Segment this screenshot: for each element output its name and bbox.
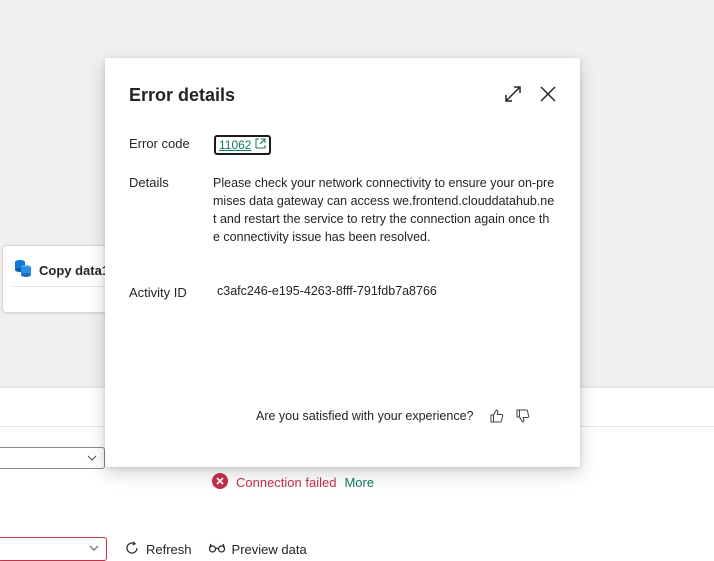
feedback-row: Are you satisfied with your experience? [256, 408, 541, 424]
dialog-title: Error details [129, 85, 236, 105]
thumbs-up-icon[interactable] [489, 408, 505, 424]
close-icon[interactable] [538, 84, 558, 104]
details-label: Details [129, 175, 169, 190]
table-dropdown[interactable] [0, 537, 107, 561]
preview-data-label: Preview data [231, 542, 307, 557]
connection-dropdown[interactable] [0, 447, 105, 469]
chevron-down-icon [86, 451, 98, 469]
error-code-value: 11062 [219, 138, 252, 152]
error-code-label: Error code [129, 136, 190, 151]
expand-icon[interactable] [503, 84, 523, 104]
table-toolbar: Refresh Preview data [124, 540, 323, 559]
error-details-dialog: Error details Error code 11062 Details P… [105, 58, 580, 467]
refresh-button[interactable]: Refresh [124, 540, 192, 559]
activity-label: Copy data1 [39, 263, 110, 278]
thumbs-down-icon[interactable] [515, 408, 531, 424]
details-text: Please check your network connectivity t… [213, 176, 555, 244]
activity-id-value: c3afc246-e195-4263-8fff-791fdb7a8766 [217, 284, 437, 298]
glasses-icon [208, 541, 226, 558]
error-code-link[interactable]: 11062 [214, 135, 272, 155]
chevron-down-icon [88, 541, 100, 559]
refresh-label: Refresh [146, 542, 192, 557]
activity-id-label: Activity ID [129, 285, 187, 300]
feedback-question: Are you satisfied with your experience? [256, 409, 474, 423]
database-copy-icon [13, 258, 33, 283]
connection-status: Connection failed More [212, 473, 374, 492]
status-message: Connection failed [236, 475, 337, 490]
more-link[interactable]: More [344, 475, 374, 490]
open-external-icon [255, 138, 266, 152]
error-circle-icon [212, 473, 228, 492]
refresh-icon [124, 540, 140, 559]
preview-data-button[interactable]: Preview data [208, 541, 307, 558]
